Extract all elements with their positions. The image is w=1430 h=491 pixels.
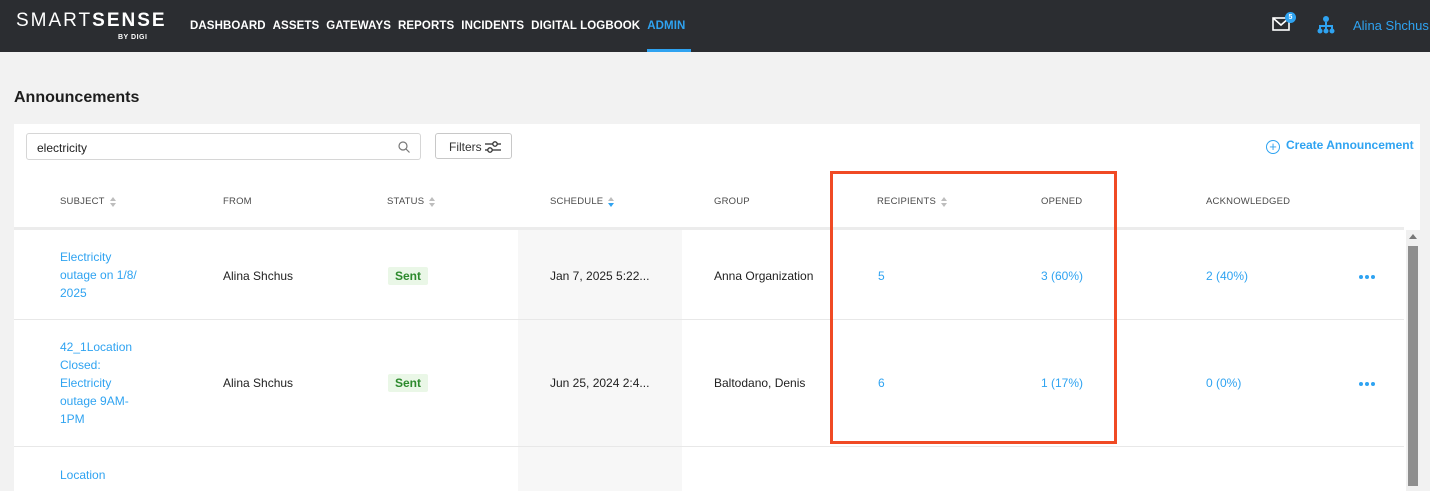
column-header-status[interactable]: STATUS [387,196,436,207]
nav-incidents[interactable]: INCIDENTS [461,0,524,52]
row-divider [14,446,1404,447]
user-menu[interactable]: Alina Shchus [1353,18,1429,33]
nav-dashboard[interactable]: DASHBOARD [190,0,266,52]
row-acknowledged-link[interactable]: 2 (40%) [1206,269,1248,283]
scrollbar-thumb[interactable] [1408,246,1418,486]
column-header-group: GROUP [714,196,750,207]
logo-subtext: BY DIGI [118,34,148,41]
row-subject-link[interactable]: 42_1Location Closed: Electricity outage … [60,338,150,428]
filters-button[interactable]: Filters [435,133,512,159]
smartsense-logo[interactable]: SMARTSENSE BY DIGI [16,8,176,44]
row-subject-link[interactable]: Electricity outage on 1/8/ 2025 [60,248,150,302]
sort-icon[interactable] [109,196,117,207]
plus-circle-icon: + [1266,140,1280,154]
row-from: Alina Shchus [223,269,294,283]
nav-reports[interactable]: REPORTS [398,0,454,52]
row-subject-link[interactable]: Location [60,466,150,484]
more-options-icon[interactable] [1359,381,1375,387]
create-announcement-button[interactable]: + Create Announcement [1266,138,1414,154]
scroll-up-arrow-icon[interactable] [1409,234,1417,239]
nav-digital-logbook[interactable]: DIGITAL LOGBOOK [531,0,640,52]
header-divider [14,227,1404,230]
search-input[interactable]: electricity [26,133,421,160]
logo-text: SMARTSENSE [16,10,167,31]
status-badge: Sent [388,374,429,392]
top-nav-bar: SMARTSENSE BY DIGI DASHBOARD ASSETS GATE… [0,0,1430,52]
row-schedule: Jan 7, 2025 5:22... [550,269,650,283]
search-icon[interactable] [397,140,411,154]
organization-icon[interactable] [1316,15,1336,35]
column-header-schedule[interactable]: SCHEDULE [550,196,615,207]
column-header-from: FROM [223,196,252,207]
row-group: Anna Organization [714,269,814,283]
row-schedule: Jun 25, 2024 2:4... [550,376,650,390]
page-title: Announcements [14,89,140,106]
create-announcement-label: Create Announcement [1286,138,1414,152]
filters-label: Filters [449,140,482,154]
sort-icon[interactable] [429,196,436,207]
nav-admin[interactable]: ADMIN [647,0,692,52]
row-acknowledged-link[interactable]: 0 (0%) [1206,376,1241,390]
announcements-card: electricity Filters + Create Announcement… [14,124,1420,491]
search-value: electricity [37,141,88,155]
recipients-opened-highlight-box [830,171,1117,444]
nav-assets[interactable]: ASSETS [273,0,320,52]
row-group: Baltodano, Denis [714,376,806,390]
more-options-icon[interactable] [1359,274,1375,280]
main-nav: DASHBOARD ASSETS GATEWAYS REPORTS INCIDE… [190,0,692,52]
column-header-subject[interactable]: SUBJECT [60,196,117,207]
column-header-acknowledged: ACKNOWLEDGED [1206,196,1291,207]
status-badge: Sent [388,267,429,285]
row-divider [14,319,1404,320]
mail-badge: 5 [1285,12,1296,23]
nav-gateways[interactable]: GATEWAYS [326,0,391,52]
sliders-icon [485,141,501,153]
row-from: Alina Shchus [223,376,294,390]
sort-icon[interactable] [608,196,615,207]
